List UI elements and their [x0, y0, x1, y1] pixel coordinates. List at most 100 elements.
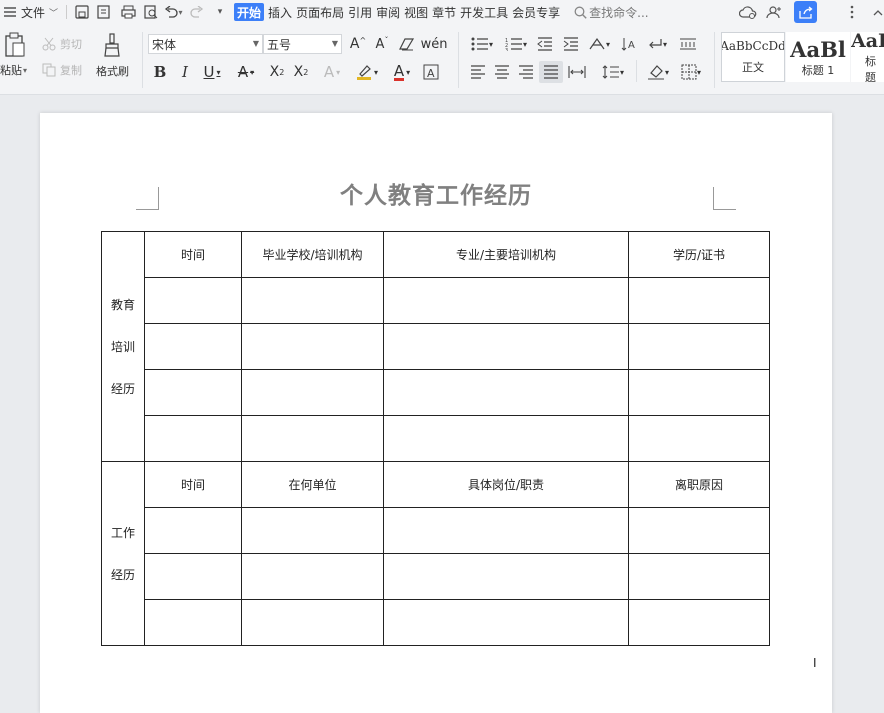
- table-cell[interactable]: [144, 507, 242, 554]
- table-cell[interactable]: [241, 599, 384, 646]
- search-command[interactable]: 查找命令...: [574, 0, 649, 24]
- redo-icon[interactable]: [184, 0, 210, 24]
- table-cell[interactable]: [628, 369, 770, 416]
- increase-font-icon[interactable]: A ^: [348, 35, 368, 53]
- italic-icon[interactable]: I: [175, 62, 195, 82]
- hamburger-menu-icon[interactable]: [2, 0, 18, 24]
- undo-icon[interactable]: ▾: [162, 0, 184, 24]
- education-column-header[interactable]: 时间: [144, 231, 242, 278]
- share-user-icon[interactable]: [764, 0, 784, 24]
- table-cell[interactable]: [241, 415, 384, 462]
- tab-8[interactable]: 会员专享: [510, 0, 562, 24]
- style-normal[interactable]: AaBbCcDd 正文: [721, 32, 785, 82]
- phonetic-guide-icon[interactable]: wén: [420, 35, 448, 53]
- bold-icon[interactable]: B: [150, 62, 170, 82]
- distributed-align-icon[interactable]: [566, 63, 588, 81]
- style-heading[interactable]: AaBl 标题: [851, 32, 884, 82]
- table-cell[interactable]: [144, 599, 242, 646]
- text-effect-icon[interactable]: A ▾: [318, 62, 346, 82]
- table-cell[interactable]: [383, 277, 629, 324]
- print-preview-icon[interactable]: [140, 0, 162, 24]
- table-cell[interactable]: [241, 369, 384, 416]
- paste-button[interactable]: [0, 30, 30, 60]
- tab-7[interactable]: 开发工具: [458, 0, 510, 24]
- export-pdf-icon[interactable]: [92, 0, 116, 24]
- tab-3[interactable]: 引用: [346, 0, 374, 24]
- table-cell[interactable]: [144, 277, 242, 324]
- cut-button[interactable]: 剪切: [42, 37, 82, 51]
- align-center-icon[interactable]: [492, 63, 512, 81]
- table-cell[interactable]: [628, 323, 770, 370]
- strikethrough-icon[interactable]: A ▾: [232, 62, 260, 82]
- increase-indent-icon[interactable]: [561, 35, 581, 53]
- table-cell[interactable]: [383, 553, 629, 600]
- numbered-list-icon[interactable]: 1 2 3 ▾: [502, 35, 530, 53]
- education-side-label[interactable]: 教育 培训 经历: [101, 231, 145, 462]
- work-column-header[interactable]: 离职原因: [628, 461, 770, 508]
- resume-table[interactable]: 教育 培训 经历 时间 毕业学校/培训机构 专业/主要培训机构 学历/证书 工作 经历 时间 在何单…: [101, 231, 770, 646]
- table-cell[interactable]: [628, 507, 770, 554]
- tab-4[interactable]: 审阅: [374, 0, 402, 24]
- table-tools-icon[interactable]: [676, 35, 700, 53]
- table-cell[interactable]: [628, 415, 770, 462]
- print-icon[interactable]: [116, 0, 140, 24]
- education-column-header[interactable]: 学历/证书: [628, 231, 770, 278]
- table-cell[interactable]: [628, 277, 770, 324]
- tab-0[interactable]: 开始: [234, 3, 265, 21]
- table-cell[interactable]: [628, 553, 770, 600]
- tab-6[interactable]: 章节: [430, 0, 458, 24]
- document-title[interactable]: 个人教育工作经历: [0, 176, 872, 210]
- font-size-select[interactable]: 五号 ▼: [263, 34, 342, 54]
- underline-icon[interactable]: U ▾: [198, 62, 226, 82]
- table-cell[interactable]: [241, 277, 384, 324]
- table-cell[interactable]: [144, 553, 242, 600]
- align-left-icon[interactable]: [468, 63, 488, 81]
- more-options-icon[interactable]: [845, 0, 859, 24]
- save-icon[interactable]: [72, 0, 92, 24]
- decrease-indent-icon[interactable]: [535, 35, 555, 53]
- work-column-header[interactable]: 具体岗位/职责: [383, 461, 629, 508]
- file-menu[interactable]: 文件 ﹀: [18, 0, 61, 24]
- tab-5[interactable]: 视图: [402, 0, 430, 24]
- copy-button[interactable]: 复制: [42, 63, 82, 77]
- work-column-header[interactable]: 在何单位: [241, 461, 384, 508]
- collapse-ribbon-icon[interactable]: [872, 0, 884, 24]
- paste-label[interactable]: 粘贴 ▾: [0, 63, 27, 77]
- work-side-label[interactable]: 工作 经历: [101, 461, 145, 646]
- table-cell[interactable]: [383, 507, 629, 554]
- table-cell[interactable]: [383, 323, 629, 370]
- decrease-font-icon[interactable]: Aˇ: [372, 35, 392, 53]
- table-cell[interactable]: [241, 507, 384, 554]
- work-column-header[interactable]: 时间: [144, 461, 242, 508]
- highlight-color-icon[interactable]: ▾: [352, 62, 382, 82]
- style-heading-1[interactable]: AaBl 标题 1: [786, 32, 850, 82]
- show-marks-icon[interactable]: ▾: [644, 35, 670, 53]
- tab-1[interactable]: 插入: [266, 0, 294, 24]
- bullet-list-icon[interactable]: ▾: [468, 35, 496, 53]
- table-cell[interactable]: [241, 553, 384, 600]
- education-column-header[interactable]: 毕业学校/培训机构: [241, 231, 384, 278]
- subscript-icon[interactable]: X2: [290, 62, 312, 82]
- chinese-layout-icon[interactable]: ▾: [586, 35, 612, 53]
- font-color-icon[interactable]: A ▾: [388, 62, 416, 82]
- format-painter-label[interactable]: 格式刷: [96, 64, 129, 78]
- shading-icon[interactable]: ▾: [644, 63, 672, 81]
- font-name-select[interactable]: 宋体 ▼: [148, 34, 263, 54]
- table-cell[interactable]: [144, 369, 242, 416]
- character-border-icon[interactable]: A: [420, 62, 442, 82]
- align-right-icon[interactable]: [516, 63, 536, 81]
- table-cell[interactable]: [383, 369, 629, 416]
- justify-icon[interactable]: [539, 61, 563, 83]
- format-painter-icon[interactable]: [100, 32, 124, 58]
- table-cell[interactable]: [144, 323, 242, 370]
- education-column-header[interactable]: 专业/主要培训机构: [383, 231, 629, 278]
- customize-toolbar-icon[interactable]: ▾: [210, 0, 230, 24]
- superscript-icon[interactable]: X2: [266, 62, 288, 82]
- cloud-sync-icon[interactable]: [737, 0, 759, 24]
- sort-icon[interactable]: A: [618, 35, 640, 53]
- tab-2[interactable]: 页面布局: [294, 0, 346, 24]
- table-cell[interactable]: [144, 415, 242, 462]
- borders-icon[interactable]: ▾: [677, 63, 705, 81]
- share-button[interactable]: [794, 1, 817, 23]
- table-cell[interactable]: [383, 599, 629, 646]
